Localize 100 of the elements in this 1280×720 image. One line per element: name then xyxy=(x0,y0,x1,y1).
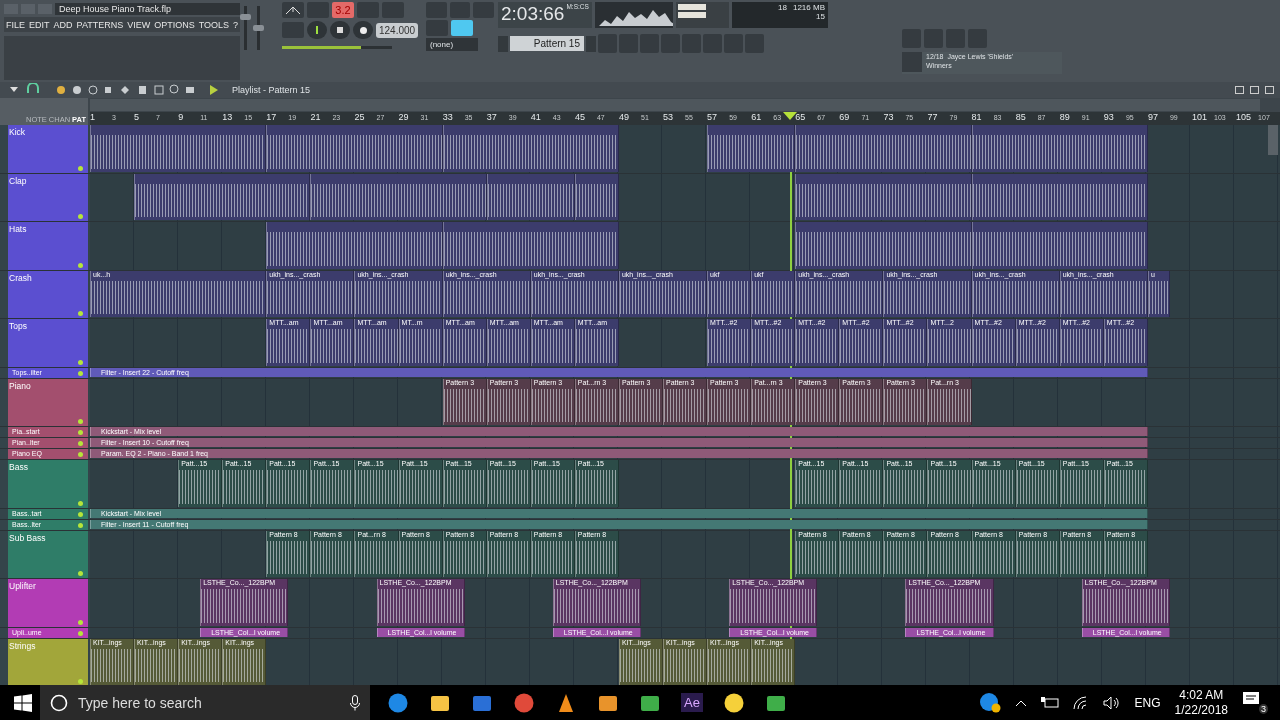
menu-item[interactable]: EDIT xyxy=(29,19,50,30)
track-header[interactable]: Crash xyxy=(8,270,88,318)
notification-count: 3 xyxy=(1259,704,1268,714)
bar-number: 5 xyxy=(134,112,140,122)
track-header[interactable]: Uplifter xyxy=(8,579,88,627)
clip[interactable] xyxy=(442,125,619,172)
search-bar[interactable]: Type here to search xyxy=(40,685,370,720)
menu-item[interactable]: PATTERNS xyxy=(76,19,124,30)
track-name: Piano xyxy=(9,380,31,391)
volume-thumb[interactable] xyxy=(240,13,251,20)
track-name: Crash xyxy=(9,272,32,283)
track-header[interactable]: Sub Bass xyxy=(8,530,88,578)
track-led[interactable] xyxy=(78,311,83,316)
track-led[interactable] xyxy=(78,679,83,684)
record-button[interactable] xyxy=(353,21,373,39)
bar-number: 101 xyxy=(1192,112,1208,122)
track-led[interactable] xyxy=(78,630,83,636)
track-led[interactable] xyxy=(78,430,83,435)
track-led[interactable] xyxy=(78,214,83,219)
clip[interactable] xyxy=(795,222,972,269)
clip[interactable] xyxy=(134,173,311,220)
clip[interactable] xyxy=(266,125,443,172)
tempo-field[interactable]: 124.000 xyxy=(376,22,419,38)
menu-item[interactable]: ? xyxy=(233,19,239,30)
notifications-button[interactable]: 3 xyxy=(1242,691,1268,714)
metronome-button[interactable] xyxy=(282,2,304,18)
menu-item[interactable]: OPTIONS xyxy=(154,19,195,30)
song-position-slider[interactable] xyxy=(282,46,392,49)
maximize-button[interactable] xyxy=(1250,86,1259,94)
stop-button[interactable] xyxy=(330,21,350,39)
bar-number: 1 xyxy=(90,112,95,122)
clock-date: 1/22/2018 xyxy=(1174,702,1228,718)
track-header[interactable]: Hats xyxy=(8,222,88,270)
clip[interactable] xyxy=(971,125,1148,172)
vertical-scrollbar[interactable] xyxy=(1268,125,1278,155)
track-header[interactable]: Piano xyxy=(8,378,88,426)
clip[interactable] xyxy=(971,222,1148,269)
search-field[interactable]: Type here to search xyxy=(76,693,342,712)
bar-number: 65 xyxy=(795,112,806,122)
bar-number: 85 xyxy=(1015,112,1026,122)
bar-number: 25 xyxy=(354,112,365,122)
track-led[interactable] xyxy=(78,571,83,576)
cpu-reading: 18 xyxy=(778,3,787,12)
help-icon[interactable] xyxy=(978,691,1001,714)
track-led[interactable] xyxy=(78,500,83,506)
taskbar-clock[interactable]: 4:02 AM 1/22/2018 xyxy=(1174,687,1228,718)
clip[interactable] xyxy=(971,173,1148,220)
track-led[interactable] xyxy=(78,619,83,625)
menu-item[interactable]: ADD xyxy=(53,19,73,30)
track-led[interactable] xyxy=(78,522,83,528)
song-time: 2:03:66 xyxy=(501,3,565,25)
clip[interactable] xyxy=(486,173,575,220)
track-led[interactable] xyxy=(78,370,83,376)
track-header[interactable]: Clap xyxy=(8,173,88,221)
track-header[interactable]: Bass xyxy=(8,460,88,508)
microphone-icon[interactable] xyxy=(350,694,360,711)
clip[interactable] xyxy=(310,173,487,220)
pattern-selector[interactable]: Pattern 15 xyxy=(510,36,584,51)
track-led[interactable] xyxy=(78,511,83,517)
speaker-icon[interactable] xyxy=(1102,695,1121,710)
menu-item[interactable]: TOOLS xyxy=(198,19,230,30)
bar-number: 21 xyxy=(310,112,321,122)
clip[interactable] xyxy=(90,125,267,172)
clip[interactable] xyxy=(574,173,619,220)
window-title: Deep House Piano Track.flp xyxy=(55,3,240,15)
clock-time: 4:02 AM xyxy=(1179,687,1224,703)
track-name: Kick xyxy=(9,127,26,137)
track-led[interactable] xyxy=(78,359,83,365)
clip[interactable] xyxy=(707,125,796,172)
track-led[interactable] xyxy=(78,262,83,268)
clip[interactable] xyxy=(442,222,619,269)
track-header[interactable]: Kick xyxy=(8,125,88,173)
battery-icon[interactable] xyxy=(1040,696,1059,709)
clip[interactable] xyxy=(266,222,443,269)
memory-reading: 1216 MB xyxy=(792,3,825,12)
bar-number: 69 xyxy=(839,112,850,122)
menu-item[interactable]: FILE xyxy=(6,19,25,30)
clip[interactable] xyxy=(795,125,972,172)
input-language[interactable]: ENG xyxy=(1134,695,1161,710)
close-button[interactable] xyxy=(1265,86,1274,94)
wifi-icon[interactable] xyxy=(1072,695,1089,710)
app-icon xyxy=(387,691,409,714)
bar-number: 41 xyxy=(530,112,541,122)
pitch-thumb[interactable] xyxy=(253,25,264,31)
track-led[interactable] xyxy=(78,452,83,457)
play-button[interactable] xyxy=(307,21,327,39)
windows-start-icon[interactable] xyxy=(14,693,32,712)
bar-number: 17 xyxy=(266,112,277,122)
caret-up-icon[interactable] xyxy=(1014,698,1027,707)
clip[interactable] xyxy=(795,173,972,220)
pattern-dropdown[interactable]: (none) xyxy=(426,38,478,51)
track-header[interactable]: Tops xyxy=(8,319,88,367)
taskbar-app[interactable]: Ae xyxy=(678,693,706,712)
bar-number: 89 xyxy=(1059,112,1070,122)
track-led[interactable] xyxy=(78,441,83,446)
horizontal-scrollbar[interactable] xyxy=(90,99,1260,111)
track-led[interactable] xyxy=(78,165,83,171)
menu-item[interactable]: VIEW xyxy=(127,19,151,30)
minimize-button[interactable] xyxy=(1235,86,1244,94)
track-led[interactable] xyxy=(78,419,83,424)
